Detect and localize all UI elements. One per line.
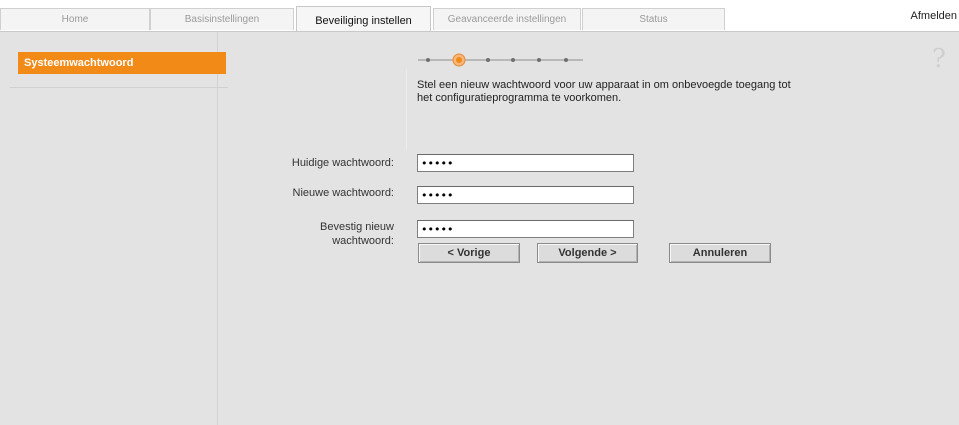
step-dot-2-center <box>456 57 462 63</box>
confirm-password-label: Bevestig nieuw wachtwoord: <box>320 221 394 247</box>
sidebar <box>10 32 228 425</box>
sidebar-item-systeemwachtwoord[interactable]: Systeemwachtwoord <box>18 52 226 74</box>
current-password-field[interactable] <box>417 154 634 172</box>
step-dot-5 <box>537 58 541 62</box>
logout-link[interactable]: Afmelden <box>911 10 957 22</box>
help-icon[interactable]: ? <box>932 44 946 74</box>
sidebar-divider <box>10 87 228 88</box>
top-navigation: Home Basisinstellingen Beveiliging inste… <box>0 0 959 34</box>
step-dot-3 <box>486 58 490 62</box>
confirm-password-field[interactable] <box>417 220 634 238</box>
tab-beveiliging-instellen[interactable]: Beveiliging instellen <box>296 6 431 32</box>
tab-basisinstellingen[interactable]: Basisinstellingen <box>150 8 294 30</box>
next-button[interactable]: Volgende > <box>537 243 638 263</box>
step-dot-4 <box>511 58 515 62</box>
tab-home[interactable]: Home <box>0 8 150 30</box>
wizard-progress <box>418 51 583 69</box>
step-dot-6 <box>564 58 568 62</box>
tab-geavanceerde-instellingen[interactable]: Geavanceerde instellingen <box>433 8 581 30</box>
intro-text: Stel een nieuw wachtwoord voor uw appara… <box>417 79 791 104</box>
tab-status[interactable]: Status <box>582 8 725 30</box>
step-dot-1 <box>426 58 430 62</box>
prev-button[interactable]: < Vorige <box>418 243 520 263</box>
current-password-label: Huidige wachtwoord: <box>291 157 394 169</box>
new-password-field[interactable] <box>417 186 634 204</box>
new-password-label: Nieuwe wachtwoord: <box>292 187 395 199</box>
cancel-button[interactable]: Annuleren <box>669 243 771 263</box>
